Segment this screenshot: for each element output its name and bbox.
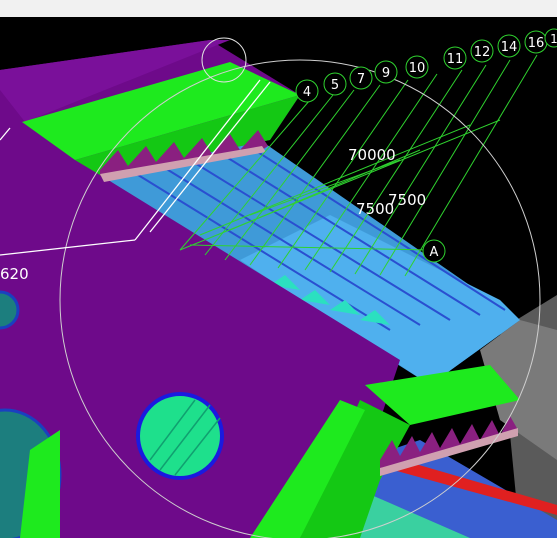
dimension-text-70000: 70000	[348, 146, 396, 164]
top-toolbar-strip	[0, 0, 557, 17]
model-3d-viewport[interactable]: 4 5 7 9 10 11 12 14 16 1 A 70000 7500 75…	[0, 17, 557, 538]
grid-label: 16	[528, 36, 545, 51]
grid-label: 12	[474, 45, 491, 60]
dimension-text-7500-b: 7500	[356, 200, 394, 218]
grid-label: 14	[501, 40, 518, 55]
grid-label: 7	[357, 72, 365, 87]
grid-label: 5	[331, 78, 339, 93]
grid-label: 11	[447, 52, 464, 67]
grid-label: 4	[303, 85, 311, 100]
grid-label: 1	[550, 32, 557, 46]
grid-label: 10	[409, 61, 426, 76]
grid-label-a: A	[430, 245, 439, 260]
model-canvas[interactable]: 4 5 7 9 10 11 12 14 16 1 A 70000 7500 75…	[0, 17, 557, 538]
grid-label: 9	[382, 66, 390, 81]
dimension-text-620: 620	[0, 265, 29, 283]
